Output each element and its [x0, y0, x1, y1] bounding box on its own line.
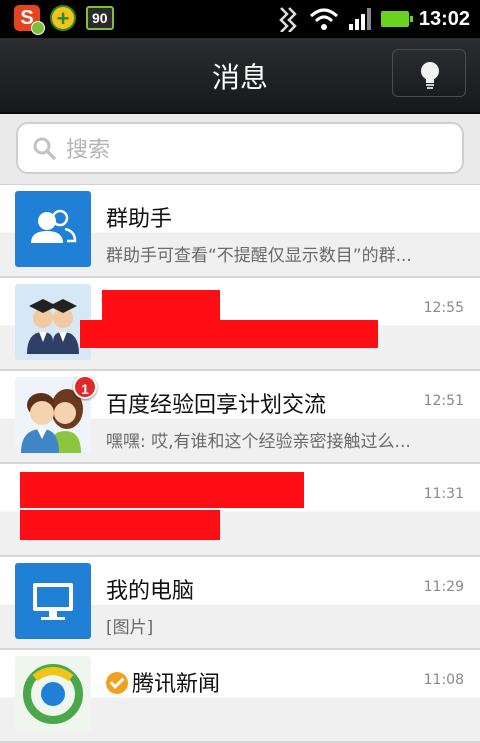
lightbulb-icon [421, 62, 439, 89]
redaction-mark [20, 472, 304, 508]
status-bar: S + 90 13:02 [0, 0, 480, 38]
lightbulb-button[interactable] [392, 49, 466, 97]
system-icons: 13:02 [277, 4, 470, 34]
conversation-item-tencent-news[interactable]: 腾讯新闻 11:08 [0, 650, 480, 743]
conversation-preview: [图片] [106, 618, 154, 638]
title-bar: 消息 [0, 38, 480, 114]
conversation-list: 群助手 群助手可查看“不提醒仅显示数目”的群... 12:55 1 百度经验回享… [0, 185, 480, 743]
signal-icon [348, 8, 371, 30]
sogou-s-icon: S [14, 5, 45, 35]
conversation-time: 12:55 [423, 300, 464, 316]
conversation-name: 腾讯新闻 [106, 666, 220, 698]
conversation-name-text: 腾讯新闻 [132, 672, 221, 697]
redaction-mark [20, 510, 220, 540]
search-input[interactable]: 搜索 [16, 122, 464, 174]
conversation-time: 11:08 [423, 672, 464, 688]
search-area: 搜索 [0, 114, 480, 185]
conversation-item-group-assistant[interactable]: 群助手 群助手可查看“不提醒仅显示数目”的群... [0, 185, 480, 278]
conversation-name: 我的电脑 [106, 579, 195, 604]
plus-app-icon: + [50, 5, 76, 31]
unread-badge: 1 [73, 375, 97, 399]
conversation-time: 11:31 [423, 486, 464, 502]
battery-icon [380, 11, 413, 27]
verified-icon [106, 672, 128, 694]
conversation-time: 11:29 [423, 579, 464, 595]
tencent-news-icon [15, 656, 91, 732]
conversation-item-baidu-jingyan[interactable]: 1 百度经验回享计划交流 12:51 嘿嘿: 哎,有谁和这个经验亲密接触过么..… [0, 371, 480, 464]
conversation-item-redacted-1[interactable]: 12:55 [0, 278, 480, 371]
wifi-icon [309, 8, 338, 30]
search-placeholder: 搜索 [66, 138, 111, 163]
clock: 13:02 [418, 7, 470, 30]
conversation-preview: 群助手可查看“不提醒仅显示数目”的群... [106, 246, 412, 266]
battery-90-app-icon: 90 [86, 6, 114, 30]
conversation-name: 百度经验回享计划交流 [106, 393, 327, 418]
conversation-name: 群助手 [106, 207, 173, 232]
conversation-time: 12:51 [423, 393, 464, 409]
group-assistant-icon [15, 191, 91, 267]
computer-icon [15, 563, 91, 639]
conversation-item-my-computer[interactable]: 我的电脑 11:29 [图片] [0, 557, 480, 650]
conversation-preview: 嘿嘿: 哎,有谁和这个经验亲密接触过么... [106, 432, 411, 452]
vibrate-icon [279, 7, 297, 32]
notification-icons: S + 90 [14, 5, 114, 35]
redaction-mark [80, 320, 378, 348]
conversation-item-redacted-2[interactable]: 11:31 [0, 464, 480, 557]
search-icon [33, 137, 56, 160]
